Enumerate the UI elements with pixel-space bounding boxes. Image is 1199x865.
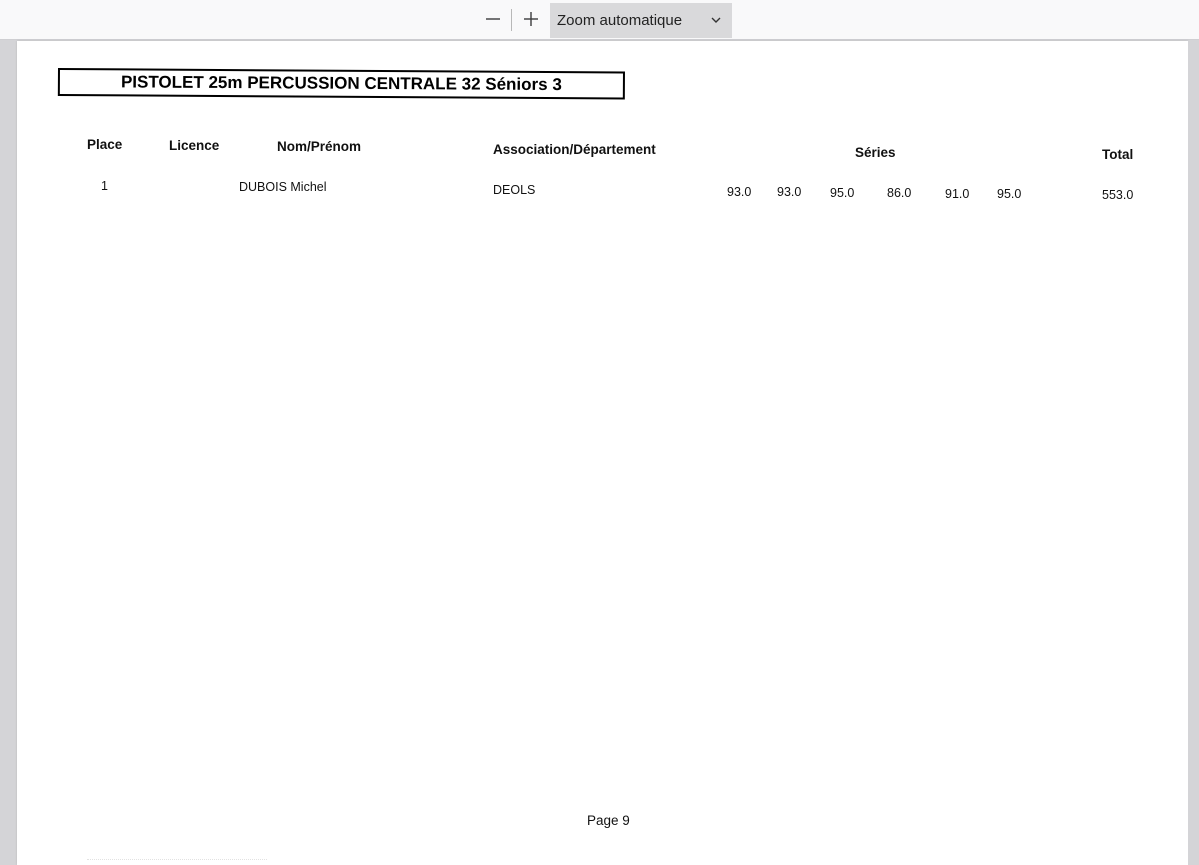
- viewer-gutter: [1188, 41, 1199, 865]
- plus-icon: [524, 12, 538, 26]
- pdf-toolbar: Zoom automatique: [0, 0, 1199, 40]
- zoom-out-button[interactable]: [480, 6, 506, 32]
- row-1-series-1: 93.0: [727, 185, 752, 199]
- header-licence: Licence: [169, 138, 220, 153]
- row-1-total: 553.0: [1102, 188, 1134, 202]
- document-title: PISTOLET 25m PERCUSSION CENTRALE 32 Séni…: [57, 68, 625, 100]
- row-1-series-5: 91.0: [945, 187, 970, 201]
- header-association: Association/Département: [493, 142, 656, 157]
- zoom-select[interactable]: Zoom automatique: [550, 3, 732, 38]
- chevron-down-icon: [711, 17, 721, 23]
- header-name: Nom/Prénom: [277, 139, 362, 154]
- header-series: Séries: [855, 145, 896, 160]
- page-number: Page 9: [587, 813, 630, 828]
- row-1-name: DUBOIS Michel: [239, 180, 327, 194]
- row-1-series-2: 93.0: [777, 185, 802, 199]
- row-1-series-3: 95.0: [830, 186, 855, 200]
- row-1-series-6: 95.0: [997, 187, 1022, 201]
- next-page-bleed: [87, 859, 267, 862]
- header-total: Total: [1102, 147, 1134, 162]
- pdf-page: PISTOLET 25m PERCUSSION CENTRALE 32 Séni…: [17, 41, 1188, 865]
- toolbar-separator: [511, 9, 512, 31]
- row-1-place: 1: [101, 179, 108, 193]
- zoom-select-value: Zoom automatique: [557, 12, 683, 29]
- row-1-association: DEOLS: [493, 183, 536, 197]
- minus-icon: [486, 18, 500, 20]
- row-1-series-4: 86.0: [887, 186, 912, 200]
- header-place: Place: [87, 137, 123, 152]
- zoom-in-button[interactable]: [518, 6, 544, 32]
